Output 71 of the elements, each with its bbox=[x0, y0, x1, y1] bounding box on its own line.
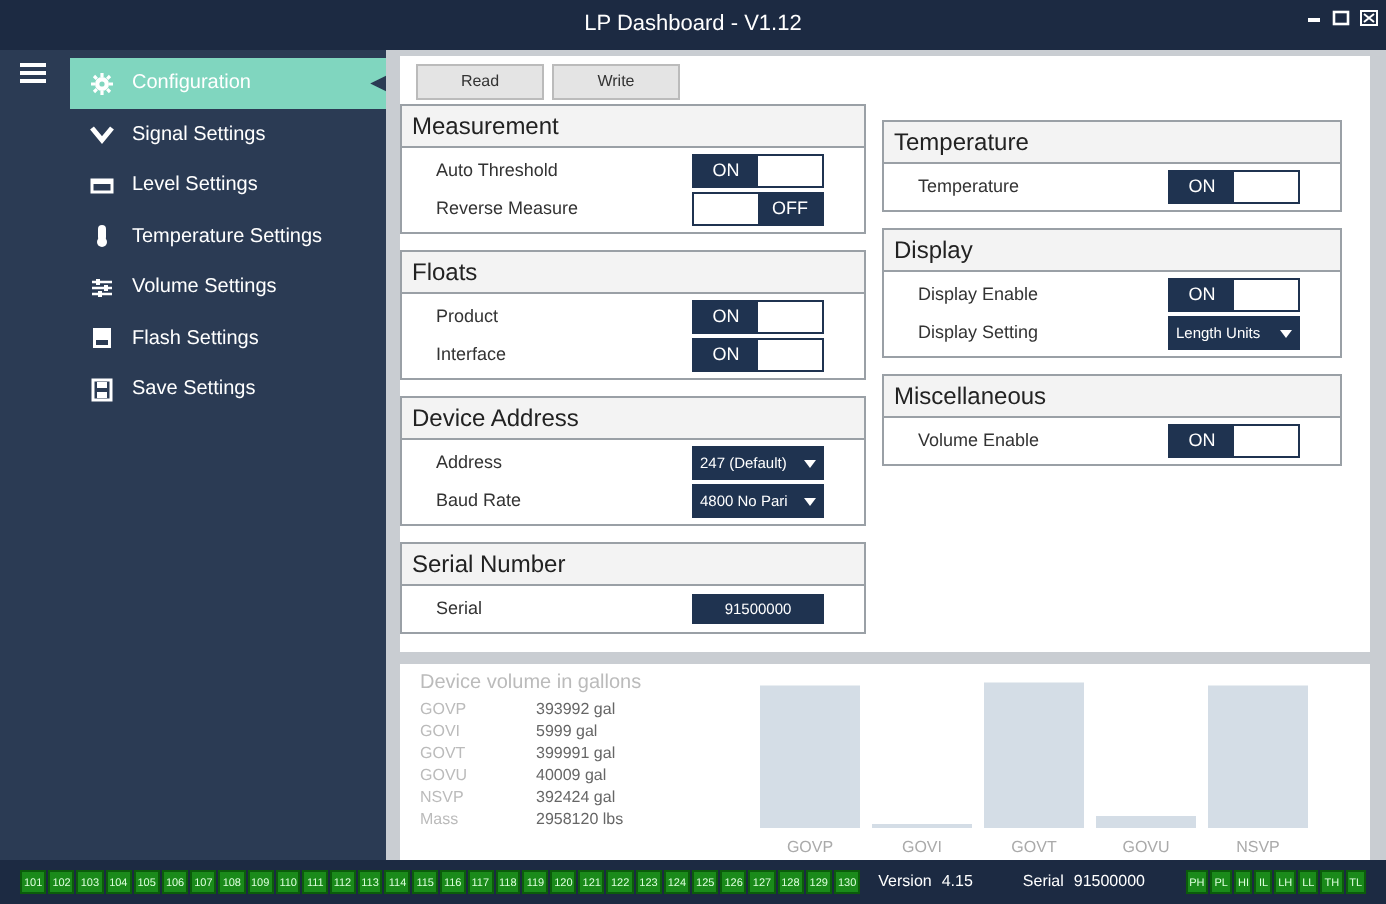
close-icon[interactable] bbox=[1360, 10, 1378, 26]
group-title: Miscellaneous bbox=[884, 376, 1340, 418]
bar bbox=[1096, 816, 1196, 828]
gear-icon bbox=[90, 71, 114, 96]
setting-label: Serial bbox=[436, 595, 485, 622]
sidebar-item[interactable]: Temperature Settings bbox=[70, 211, 386, 262]
volume-value: 40009 gal bbox=[536, 764, 607, 786]
bar bbox=[1208, 685, 1308, 828]
save-icon bbox=[90, 377, 114, 402]
rectangle-icon bbox=[90, 173, 114, 198]
volume-name: GOVU bbox=[420, 764, 470, 786]
setting-label: Reverse Measure bbox=[436, 195, 581, 222]
group-title: Measurement bbox=[402, 106, 864, 148]
bar-label: GOVI bbox=[902, 838, 942, 856]
sidebar-item[interactable]: Save Settings bbox=[70, 364, 386, 415]
sidebar-item[interactable]: Volume Settings bbox=[70, 262, 386, 313]
window-title: LP Dashboard - V1.12 bbox=[584, 10, 802, 41]
maximize-icon[interactable] bbox=[1332, 10, 1350, 26]
setting-label: Address bbox=[436, 449, 505, 476]
volume-value: 2958120 lbs bbox=[536, 808, 624, 830]
setting-label: Display Enable bbox=[918, 281, 1041, 308]
bar bbox=[760, 685, 860, 828]
volume-name: GOVI bbox=[420, 720, 463, 742]
version-value: 4.15 bbox=[941, 870, 973, 894]
setting-label: Auto Threshold bbox=[436, 157, 560, 184]
toggle-switch[interactable]: OFF bbox=[692, 192, 824, 226]
volume-name: GOVT bbox=[420, 742, 468, 764]
group-title: Serial Number bbox=[402, 544, 864, 586]
volume-value: 5999 gal bbox=[536, 720, 598, 742]
volume-name: GOVP bbox=[420, 698, 469, 720]
group-title: Device Address bbox=[402, 398, 864, 440]
volume-value: 399991 gal bbox=[536, 742, 616, 764]
chevron-icon bbox=[90, 122, 114, 147]
group-title: Floats bbox=[402, 252, 864, 294]
toggle-switch[interactable]: ON bbox=[1168, 424, 1300, 458]
caret-icon bbox=[804, 459, 816, 467]
document-icon bbox=[90, 326, 114, 351]
toggle-switch[interactable]: ON bbox=[692, 300, 824, 334]
toggle-switch[interactable]: ON bbox=[692, 338, 824, 372]
volume-value: 392424 gal bbox=[536, 786, 616, 808]
caret-icon bbox=[804, 497, 816, 505]
serial-value: 91500000 bbox=[1073, 870, 1145, 894]
setting-label: Volume Enable bbox=[918, 427, 1042, 454]
version-label: Version bbox=[878, 870, 932, 894]
sliders-icon bbox=[90, 275, 114, 300]
setting-label: Display Setting bbox=[918, 319, 1041, 346]
section-title: Device volume in gallons bbox=[420, 670, 644, 698]
toggle-switch[interactable]: ON bbox=[1168, 278, 1300, 312]
bar-label: GOVT bbox=[1011, 838, 1057, 856]
sidebar-item[interactable]: Flash Settings bbox=[70, 313, 386, 364]
group-title: Display bbox=[884, 230, 1340, 272]
setting-label: Baud Rate bbox=[436, 487, 524, 514]
serial-label: Serial bbox=[1022, 870, 1064, 894]
setting-label: Interface bbox=[436, 341, 509, 368]
bar-label: GOVP bbox=[786, 838, 834, 856]
sidebar-item[interactable]: Signal Settings bbox=[70, 109, 386, 160]
setting-label: Temperature bbox=[918, 173, 1022, 200]
caret-icon bbox=[1280, 329, 1292, 337]
menu-icon[interactable] bbox=[20, 62, 46, 84]
bar-label: NSVP bbox=[1236, 838, 1280, 856]
write-button[interactable]: Write bbox=[552, 64, 680, 100]
volume-name: Mass bbox=[420, 808, 461, 830]
toggle-switch[interactable]: ON bbox=[692, 154, 824, 188]
read-button[interactable]: Read bbox=[416, 64, 544, 100]
group-title: Temperature bbox=[884, 122, 1340, 164]
setting-label: Product bbox=[436, 303, 501, 330]
toggle-switch[interactable]: ON bbox=[1168, 170, 1300, 204]
bar-label: GOVU bbox=[1122, 838, 1170, 856]
volume-value: 393992 gal bbox=[536, 698, 616, 720]
volume-name: NSVP bbox=[420, 786, 466, 808]
sidebar-item[interactable]: Level Settings bbox=[70, 160, 386, 211]
